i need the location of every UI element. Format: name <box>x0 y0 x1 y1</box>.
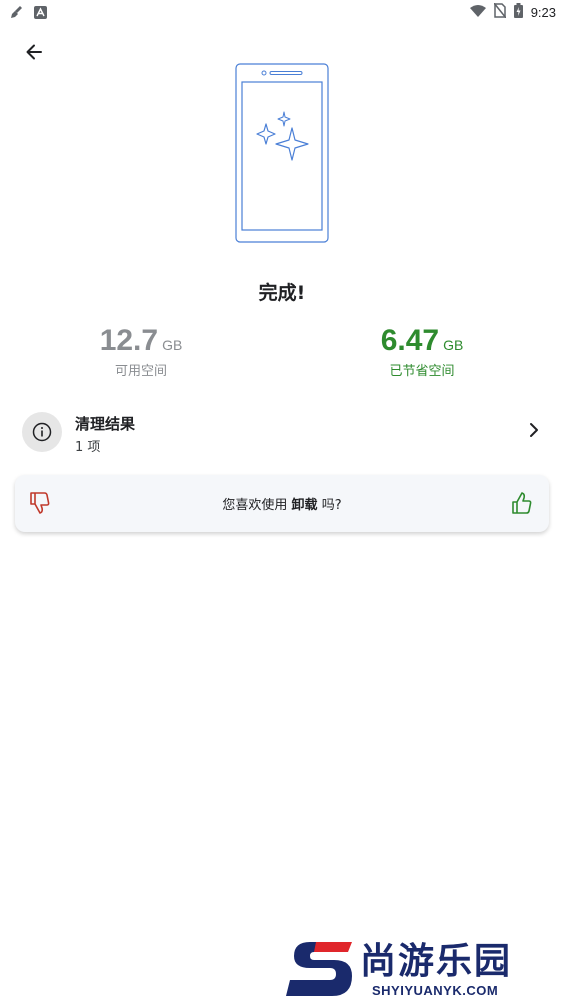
battery-icon <box>513 3 523 22</box>
back-button[interactable] <box>18 38 50 70</box>
watermark-logo-icon <box>286 938 356 1002</box>
thumbs-up-icon <box>511 492 533 519</box>
feedback-suffix: 吗? <box>321 498 342 513</box>
status-left-icons <box>10 4 47 23</box>
available-space-label: 可用空间 <box>114 364 167 379</box>
chevron-right-icon <box>528 422 540 442</box>
saved-space-label: 已节省空间 <box>389 364 455 379</box>
broom-icon <box>10 4 24 23</box>
cleanup-results-row[interactable]: 清理结果 1 项 <box>0 404 564 462</box>
available-space-unit: GB <box>162 337 183 353</box>
status-bar: 9:23 <box>0 0 564 24</box>
info-icon <box>22 412 62 452</box>
text-a-icon <box>34 4 47 23</box>
wifi-icon <box>469 3 486 22</box>
saved-space-unit: GB <box>443 337 464 353</box>
feedback-card: 您喜欢使用 卸载 吗? <box>15 475 549 532</box>
phone-illustration <box>232 62 332 246</box>
saved-space-value: 6.47 <box>380 324 440 357</box>
status-right-icons: 9:23 <box>469 2 556 22</box>
watermark: 尚游乐园 SHYIYUANYK.COM <box>284 930 564 1002</box>
feedback-question: 您喜欢使用 卸载 吗? <box>15 494 549 513</box>
arrow-left-icon <box>25 43 43 65</box>
available-space-value: 12.7 <box>99 324 159 357</box>
cleanup-results-count: 1 项 <box>75 440 101 455</box>
feedback-app-name: 卸载 <box>291 498 318 513</box>
status-time: 9:23 <box>530 5 556 20</box>
cleanup-results-title: 清理结果 <box>75 415 136 433</box>
saved-space-stat: 6.47 GB 已节省空间 <box>322 324 522 379</box>
feedback-prefix: 您喜欢使用 <box>222 498 288 513</box>
watermark-english-text: SHYIYUANYK.COM <box>372 983 499 998</box>
thumbs-up-button[interactable] <box>511 491 533 519</box>
watermark-chinese-text: 尚游乐园 <box>360 941 513 982</box>
available-space-stat: 12.7 GB 可用空间 <box>41 324 241 379</box>
no-sim-icon <box>493 2 507 22</box>
completion-title: 完成! <box>258 282 306 304</box>
